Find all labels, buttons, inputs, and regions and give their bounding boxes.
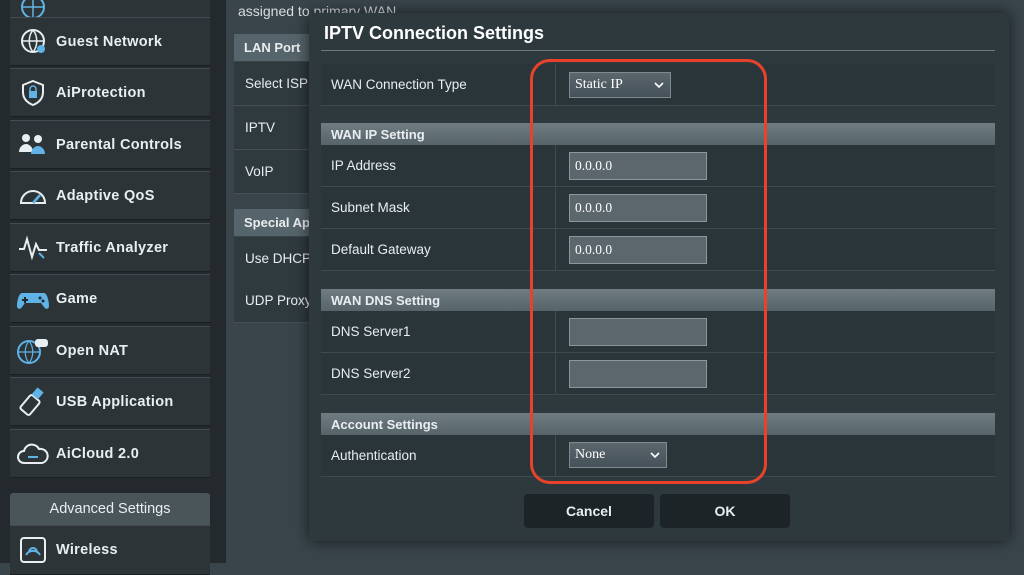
authentication-select[interactable]: None [569,442,667,468]
sidebar-item-label: Guest Network [56,33,163,50]
sidebar-item-open-nat[interactable]: Open NAT [10,326,210,375]
ip-address-label: IP Address [331,158,397,173]
sidebar-item-parental-controls[interactable]: Parental Controls [10,120,210,169]
sidebar-item-traffic-analyzer[interactable]: Traffic Analyzer [10,223,210,272]
default-gateway-label: Default Gateway [331,242,431,257]
authentication-row: Authentication None [321,435,995,477]
dns-server1-label: DNS Server1 [331,324,411,339]
cancel-button[interactable]: Cancel [524,494,654,528]
wan-dns-setting-header: WAN DNS Setting [321,289,995,311]
account-settings-header: Account Settings [321,413,995,435]
subnet-mask-row: Subnet Mask [321,187,995,229]
sidebar-item-usb-application[interactable]: USB Application [10,377,210,426]
sidebar-item-label: AiProtection [56,84,146,101]
sidebar-item-label: Open NAT [56,342,129,359]
guest-network-icon [16,25,50,59]
sidebar-item-label: Parental Controls [56,136,182,153]
default-gateway-row: Default Gateway [321,229,995,271]
ok-button[interactable]: OK [660,494,790,528]
dns-server2-label: DNS Server2 [331,366,411,381]
globe-gamepad-icon [16,334,50,368]
wan-connection-type-select[interactable]: Static IP [569,72,671,98]
sidebar: Guest Network AiProtection Parental Cont… [0,0,226,575]
dns-server2-input[interactable] [569,360,707,388]
wan-connection-type-row: WAN Connection Type Static IP [321,64,995,106]
sidebar-item-label: Wireless [56,542,118,558]
subnet-mask-label: Subnet Mask [331,200,410,215]
sidebar-item-label: AiCloud 2.0 [56,445,140,462]
speedometer-icon [16,179,50,213]
dns-server2-row: DNS Server2 [321,353,995,395]
advanced-settings-header: Advanced Settings [10,493,210,525]
subnet-mask-input[interactable] [569,194,707,222]
waveform-icon [16,231,50,265]
usb-icon [16,385,50,419]
sidebar-item-aicloud[interactable]: AiCloud 2.0 [10,429,210,478]
dns-server1-row: DNS Server1 [321,311,995,353]
dialog-title: IPTV Connection Settings [324,23,545,43]
dns-server1-input[interactable] [569,318,707,346]
iptv-settings-dialog: IPTV Connection Settings WAN Connection … [309,13,1009,541]
sidebar-item-adaptive-qos[interactable]: Adaptive QoS [10,171,210,220]
sidebar-item-label: Game [56,290,98,307]
sidebar-item-label: USB Application [56,393,174,410]
shield-lock-icon [16,76,50,110]
chevron-down-icon [654,78,664,97]
wan-ip-setting-header: WAN IP Setting [321,123,995,145]
sidebar-item-wireless[interactable]: Wireless [10,525,210,575]
authentication-label: Authentication [331,448,417,463]
ip-address-row: IP Address [321,145,995,187]
ip-address-input[interactable] [569,152,707,180]
sidebar-item-aiprotection[interactable]: AiProtection [10,68,210,117]
wan-connection-type-label: WAN Connection Type [331,77,467,92]
sidebar-item-guest-network[interactable]: Guest Network [10,17,210,66]
chevron-down-icon [650,448,660,467]
title-divider [321,50,995,51]
sidebar-item-game[interactable]: Game [10,274,210,323]
default-gateway-input[interactable] [569,236,707,264]
gamepad-icon [16,282,50,316]
family-icon [16,128,50,162]
sidebar-item-label: Traffic Analyzer [56,239,169,256]
cloud-icon [16,437,50,471]
wifi-icon [16,533,50,567]
sidebar-item-label: Adaptive QoS [56,187,155,204]
